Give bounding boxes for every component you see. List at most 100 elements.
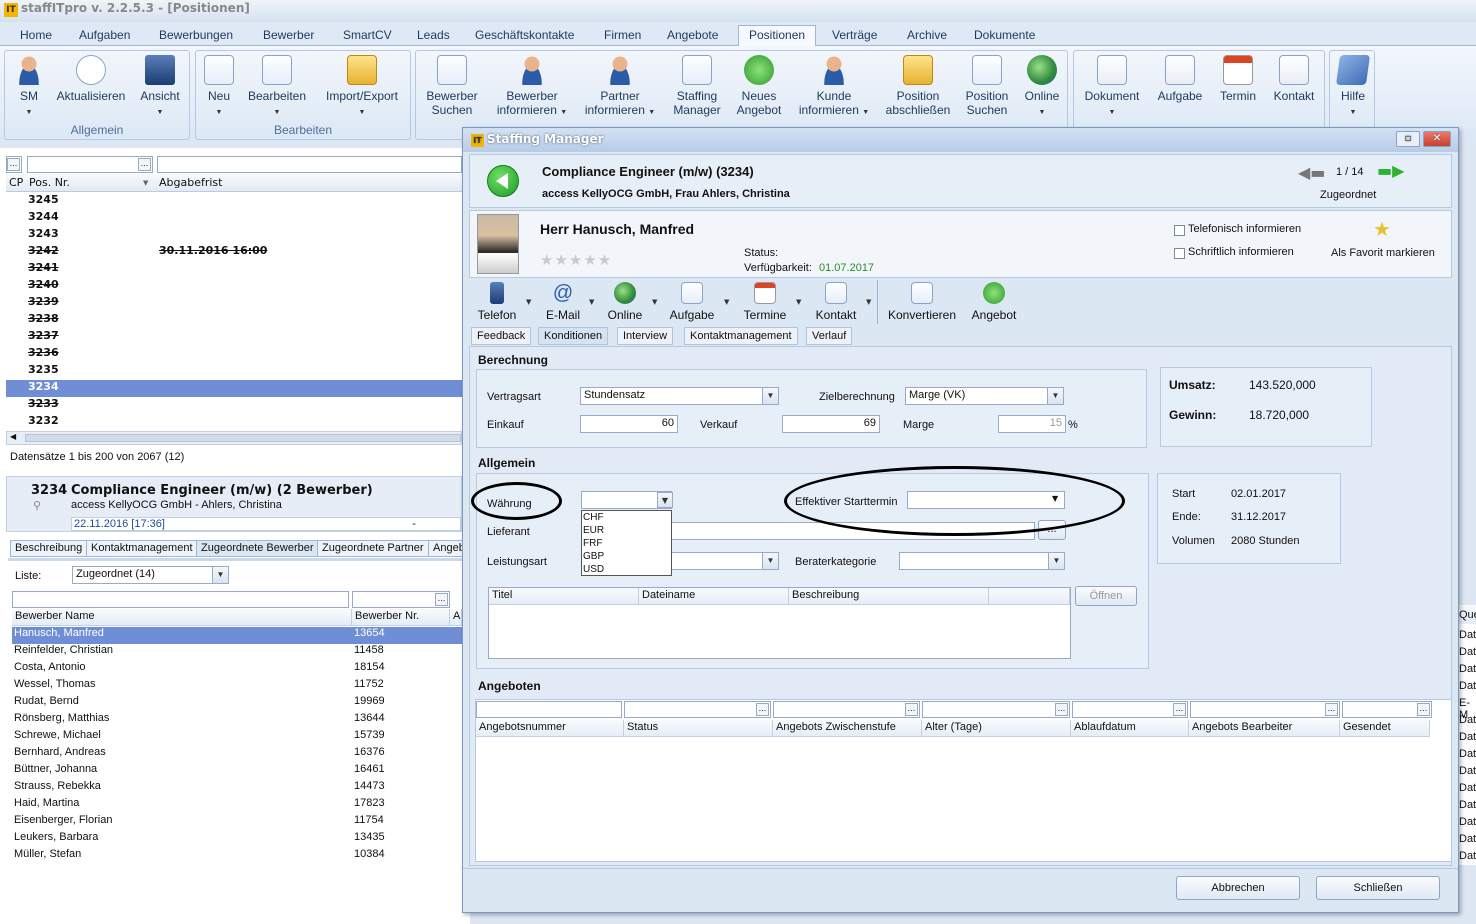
beraterkategorie-select[interactable]: ▼ bbox=[899, 552, 1065, 570]
favorite-star-icon[interactable]: ★ bbox=[1373, 217, 1391, 241]
menu-tab-geschaeftskontakte[interactable]: Geschäftskontakte bbox=[475, 25, 574, 46]
prev-arrow-icon[interactable]: ◀▬ bbox=[1298, 163, 1325, 182]
col-pos-nr[interactable]: Pos. Nr. bbox=[29, 176, 70, 189]
offer-button[interactable]: Angebot bbox=[969, 282, 1019, 322]
currency-option[interactable]: FRF bbox=[582, 537, 671, 550]
next-arrow-icon[interactable]: ▬▶ bbox=[1377, 161, 1404, 180]
chevron-down-icon[interactable]: ▼ bbox=[762, 388, 778, 404]
rating-stars[interactable]: ★★★★★ bbox=[540, 251, 612, 269]
position-row[interactable]: 3240 bbox=[6, 278, 462, 295]
offers-filter[interactable]: ... bbox=[1190, 701, 1340, 718]
menu-tab-archive[interactable]: Archive bbox=[907, 25, 947, 46]
position-row[interactable]: 3245 bbox=[6, 193, 462, 210]
staffing-manager-button[interactable]: Staffing Manager bbox=[668, 55, 726, 117]
chevron-down-icon[interactable]: ▼ bbox=[212, 567, 228, 583]
filter-name[interactable] bbox=[12, 591, 349, 608]
new-button[interactable]: Neu ▼ bbox=[202, 55, 236, 120]
offers-col-bearbeiter[interactable]: Angebots Bearbeiter bbox=[1189, 720, 1340, 737]
chevron-down-icon[interactable]: ▼ bbox=[1048, 553, 1064, 569]
menu-tab-bewerber[interactable]: Bewerber bbox=[263, 25, 314, 46]
task-tool-button[interactable]: Aufgabe bbox=[667, 282, 717, 322]
edit-button[interactable]: Bearbeiten ▼ bbox=[244, 55, 310, 120]
document-button[interactable]: Dokument ▼ bbox=[1080, 55, 1144, 120]
doc-col-titel[interactable]: Titel bbox=[489, 588, 639, 605]
menu-tab-positionen[interactable]: Positionen bbox=[738, 25, 817, 46]
new-offer-button[interactable]: Neues Angebot bbox=[730, 55, 788, 117]
marge-input[interactable]: 15 bbox=[998, 415, 1066, 433]
tab-kontaktmanagement-dialog[interactable]: Kontaktmanagement bbox=[684, 327, 798, 345]
offers-filter[interactable]: ... bbox=[1342, 701, 1432, 718]
offers-col-nummer[interactable]: Angebotsnummer bbox=[476, 720, 624, 737]
applicant-row[interactable]: Haid, Martina 17823 bbox=[12, 797, 462, 814]
chevron-down-icon[interactable]: ▼ bbox=[1047, 388, 1063, 404]
import-export-button[interactable]: Import/Export ▼ bbox=[320, 55, 404, 120]
col-bewerber-name[interactable]: Bewerber Name bbox=[12, 609, 352, 626]
filter-pos-nr[interactable]: ... bbox=[27, 156, 153, 173]
menu-tab-leads[interactable]: Leads bbox=[417, 25, 450, 46]
col-deadline[interactable]: Abgabefrist bbox=[159, 176, 222, 189]
applicant-row[interactable]: Wessel, Thomas 11752 bbox=[12, 678, 462, 695]
menu-tab-smartcv[interactable]: SmartCV bbox=[343, 25, 392, 46]
col-cp[interactable]: CP bbox=[9, 176, 23, 189]
menu-tab-firmen[interactable]: Firmen bbox=[604, 25, 641, 46]
sm-button[interactable]: SM ▼ bbox=[11, 55, 47, 120]
applicant-row[interactable]: Reinfelder, Christian 11458 bbox=[12, 644, 462, 661]
offers-filter[interactable]: ... bbox=[1072, 701, 1188, 718]
offers-col-status[interactable]: Status bbox=[624, 720, 773, 737]
currency-option[interactable]: GBP bbox=[582, 550, 671, 563]
applicant-row[interactable]: Bernhard, Andreas 16376 bbox=[12, 746, 462, 763]
col-bewerber-nr[interactable]: Bewerber Nr. bbox=[352, 609, 450, 626]
menu-tab-home[interactable]: Home bbox=[20, 25, 52, 46]
menu-tab-vertraege[interactable]: Verträge bbox=[832, 25, 877, 46]
position-row[interactable]: 3235 bbox=[6, 363, 462, 380]
verkauf-input[interactable]: 69 bbox=[782, 415, 880, 433]
applicant-row[interactable]: Leukers, Barbara 13435 bbox=[12, 831, 462, 848]
chevron-down-icon[interactable]: ▼ bbox=[657, 492, 673, 508]
written-checkbox[interactable] bbox=[1174, 248, 1185, 259]
position-row[interactable]: 3239 bbox=[6, 295, 462, 312]
position-row[interactable]: 3237 bbox=[6, 329, 462, 346]
menu-tab-bewerbungen[interactable]: Bewerbungen bbox=[159, 25, 233, 46]
position-row[interactable]: 3233 bbox=[6, 397, 462, 414]
applicant-row[interactable]: Strauss, Rebekka 14473 bbox=[12, 780, 462, 797]
online-tool-button[interactable]: Online bbox=[603, 282, 647, 322]
offers-filter[interactable]: ... bbox=[922, 701, 1070, 718]
cancel-button[interactable]: Abbrechen bbox=[1176, 876, 1300, 900]
scroll-left-icon[interactable]: ◀ bbox=[10, 432, 16, 441]
position-row[interactable]: 3236 bbox=[6, 346, 462, 363]
tab-zugeordnete-partner[interactable]: Zugeordnete Partner bbox=[317, 540, 429, 557]
contact-button[interactable]: Kontakt bbox=[1268, 55, 1320, 103]
convert-button[interactable]: Konvertieren bbox=[887, 282, 957, 322]
close-position-button[interactable]: Position abschließen bbox=[882, 55, 954, 117]
currency-option[interactable]: EUR bbox=[582, 524, 671, 537]
chevron-down-icon[interactable]: ▼ bbox=[762, 553, 778, 569]
inform-customer-button[interactable]: Kunde informieren ▼ bbox=[794, 55, 874, 120]
tab-konditionen[interactable]: Konditionen bbox=[538, 327, 609, 345]
horizontal-scrollbar[interactable]: ◀ bbox=[6, 431, 462, 445]
applicant-row[interactable]: Büttner, Johanna 16461 bbox=[12, 763, 462, 780]
offers-filter[interactable] bbox=[476, 701, 622, 718]
applicant-row[interactable]: Costa, Antonio 18154 bbox=[12, 661, 462, 678]
position-row[interactable]: 3242 30.11.2016 16:00 bbox=[6, 244, 462, 261]
filter-cp[interactable]: ... bbox=[6, 156, 22, 173]
maximize-button[interactable]: ▫ bbox=[1396, 131, 1420, 147]
zielberechnung-select[interactable]: Marge (VK) ▼ bbox=[905, 387, 1064, 405]
tab-kontaktmanagement[interactable]: Kontaktmanagement bbox=[86, 540, 198, 557]
filter-ellipsis-button[interactable]: ... bbox=[138, 158, 151, 171]
menu-tab-dokumente[interactable]: Dokumente bbox=[974, 25, 1035, 46]
offers-col-zwischenstufe[interactable]: Angebots Zwischenstufe bbox=[773, 720, 922, 737]
offers-col-ablaufdatum[interactable]: Ablaufdatum bbox=[1071, 720, 1189, 737]
einkauf-input[interactable]: 60 bbox=[580, 415, 678, 433]
menu-tab-aufgaben[interactable]: Aufgaben bbox=[79, 25, 130, 46]
position-row[interactable]: 3243 bbox=[6, 227, 462, 244]
back-arrow-icon[interactable] bbox=[487, 165, 519, 197]
filter-deadline[interactable] bbox=[157, 156, 462, 173]
tab-beschreibung[interactable]: Beschreibung bbox=[10, 540, 88, 557]
offers-filter[interactable]: ... bbox=[773, 701, 920, 718]
offers-col-gesendet[interactable]: Gesendet bbox=[1340, 720, 1430, 737]
phone-button[interactable]: Telefon bbox=[475, 282, 519, 322]
offers-filter[interactable]: ... bbox=[624, 701, 771, 718]
close-window-button[interactable]: ✕ bbox=[1423, 131, 1451, 147]
applicant-row[interactable]: Rudat, Bernd 19969 bbox=[12, 695, 462, 712]
liste-select[interactable]: Zugeordnet (14) ▼ bbox=[72, 566, 229, 584]
